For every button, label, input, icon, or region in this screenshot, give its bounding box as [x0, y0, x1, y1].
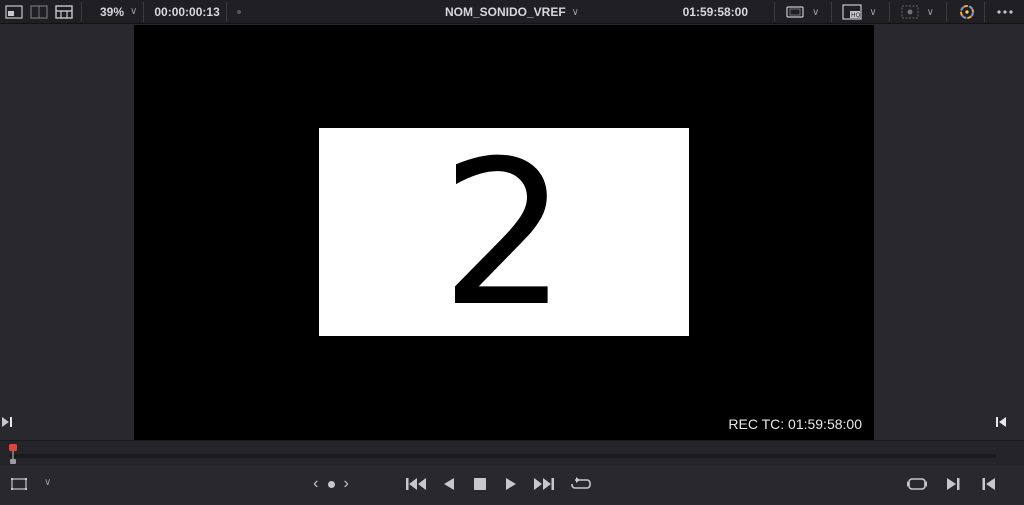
viewer-area[interactable]: 2 REC TC: 01:59:58:00 [0, 25, 1024, 440]
divider [774, 2, 776, 22]
play-icon[interactable] [504, 475, 518, 493]
rec-tc-overlay: REC TC: 01:59:58:00 [728, 416, 862, 432]
match-frame-icon[interactable] [906, 475, 928, 493]
clip-dropdown-chevron-icon[interactable]: ∨ [572, 7, 579, 18]
more-options-icon[interactable] [994, 3, 1016, 21]
next-edit-icon[interactable] [945, 475, 961, 493]
hq-playback-icon[interactable]: HQ [841, 3, 863, 21]
in-point-marker-icon[interactable] [993, 415, 1007, 429]
zoom-level[interactable]: 39% [100, 5, 124, 19]
viewer-layout-single-icon[interactable] [3, 3, 25, 21]
play-reverse-icon[interactable] [442, 475, 456, 493]
record-timecode[interactable]: 01:59:58:00 [683, 5, 748, 19]
loop-icon[interactable] [570, 475, 592, 493]
divider [831, 2, 833, 22]
transport-controls: ∨ ‹ › [0, 465, 1024, 505]
scopes-chevron-icon[interactable]: ∨ [927, 7, 934, 18]
viewer-toolbar: 39% ∨ 00:00:00:13 NOM_SONIDO_VREF ∨ 01:5… [0, 0, 1024, 24]
divider [984, 2, 985, 22]
countdown-number: 2 [440, 118, 568, 351]
viewer-layout-grid-icon[interactable] [53, 3, 75, 21]
jump-to-end-icon[interactable] [533, 475, 555, 493]
playhead-handle[interactable] [8, 444, 18, 464]
divider [946, 2, 947, 22]
scopes-icon[interactable] [899, 3, 921, 21]
scrubber[interactable] [0, 440, 1024, 465]
safe-area-icon[interactable] [784, 3, 806, 21]
stop-icon[interactable] [473, 475, 487, 493]
divider [81, 1, 82, 22]
divider [225, 1, 227, 22]
clip-name-dropdown[interactable]: NOM_SONIDO_VREF ∨ [445, 5, 579, 19]
nav-dot-icon[interactable] [327, 480, 335, 488]
video-frame[interactable]: 2 REC TC: 01:59:58:00 [134, 25, 874, 440]
countdown-card: 2 [319, 128, 689, 336]
safe-area-chevron-icon[interactable]: ∨ [812, 7, 819, 18]
nav-next-button[interactable]: › [344, 475, 349, 493]
out-point-marker-icon[interactable] [1, 415, 15, 429]
jump-to-start-icon[interactable] [405, 475, 427, 493]
divider [143, 1, 145, 22]
prev-edit-icon[interactable] [981, 475, 997, 493]
svg-text:HQ: HQ [851, 12, 861, 19]
status-dot-icon [236, 9, 241, 14]
color-wheel-icon[interactable] [956, 3, 978, 21]
clip-name[interactable]: NOM_SONIDO_VREF [445, 5, 566, 19]
frame-guide-icon[interactable] [10, 475, 30, 493]
frame-guide-chevron-icon[interactable]: ∨ [44, 477, 51, 488]
source-timecode[interactable]: 00:00:00:13 [154, 5, 219, 19]
divider [888, 2, 890, 22]
scrub-track[interactable] [10, 454, 996, 458]
nav-controls: ‹ › [308, 475, 354, 493]
zoom-chevron-icon[interactable]: ∨ [130, 6, 137, 17]
zoom-control[interactable]: 39% ∨ [100, 0, 137, 24]
hq-chevron-icon[interactable]: ∨ [869, 7, 876, 18]
viewer-layout-dual-icon[interactable] [28, 3, 50, 21]
nav-prev-button[interactable]: ‹ [313, 475, 318, 493]
